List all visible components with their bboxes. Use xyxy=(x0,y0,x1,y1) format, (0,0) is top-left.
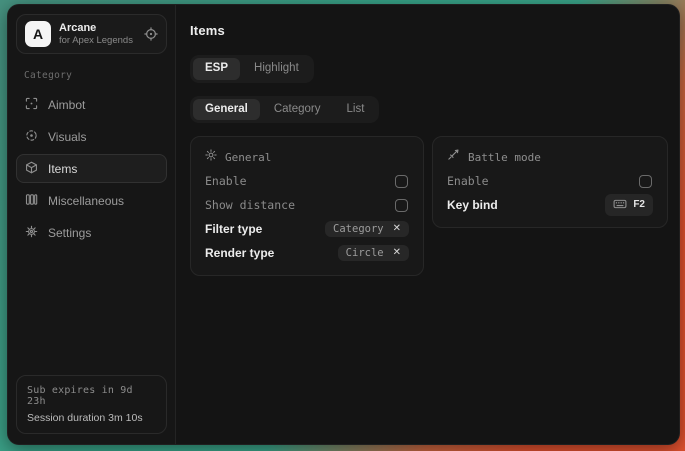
render-type-value: Circle xyxy=(346,248,384,259)
tab-esp[interactable]: ESP xyxy=(193,58,240,80)
category-section-label: Category xyxy=(24,70,167,81)
sidebar-item-label: Items xyxy=(48,163,77,175)
general-panel-header: General xyxy=(205,147,409,167)
sun-icon xyxy=(205,148,217,166)
setting-row-show-distance: Show distance xyxy=(205,193,409,217)
panel-title: Battle mode xyxy=(468,151,541,164)
setting-row-enable: Enable xyxy=(205,169,409,193)
page-title: Items xyxy=(190,23,668,38)
sidebar-item-visuals[interactable]: Visuals xyxy=(16,122,167,151)
subscription-card: Sub expires in 9d 23h Session duration 3… xyxy=(16,375,167,434)
clear-icon[interactable]: ✕ xyxy=(393,224,401,234)
session-duration-text: Session duration 3m 10s xyxy=(27,412,156,424)
panels-row: General Enable Show distance Filter type… xyxy=(190,136,668,276)
sidebar-nav: Aimbot Visuals Items xyxy=(16,90,167,247)
battle-mode-panel: Battle mode Enable Key bind xyxy=(432,136,668,228)
eye-focus-icon xyxy=(25,129,38,144)
brand-text: Arcane for Apex Legends xyxy=(59,23,136,46)
tab-highlight[interactable]: Highlight xyxy=(242,58,311,80)
setting-row-render-type: Render type Circle ✕ xyxy=(205,241,409,265)
setting-row-key-bind: Key bind F2 xyxy=(447,193,653,217)
battle-enable-checkbox[interactable] xyxy=(639,175,652,188)
sidebar-item-label: Aimbot xyxy=(48,99,85,111)
panel-title: General xyxy=(225,151,271,164)
sidebar-item-label: Miscellaneous xyxy=(48,195,124,207)
columns-icon xyxy=(25,193,38,208)
mode-tab-group: ESP Highlight xyxy=(190,55,314,83)
filter-type-value: Category xyxy=(333,224,384,235)
tab-general[interactable]: General xyxy=(193,99,260,121)
tab-list[interactable]: List xyxy=(335,99,377,121)
sword-icon xyxy=(447,148,460,166)
setting-label: Key bind xyxy=(447,198,498,212)
setting-row-battle-enable: Enable xyxy=(447,169,653,193)
battle-panel-header: Battle mode xyxy=(447,147,653,167)
crosshair-scan-icon xyxy=(25,97,38,112)
enable-checkbox[interactable] xyxy=(395,175,408,188)
key-bind-value: F2 xyxy=(633,200,645,210)
setting-label: Enable xyxy=(205,174,247,188)
package-icon xyxy=(25,161,38,176)
setting-label: Filter type xyxy=(205,222,262,236)
clear-icon[interactable]: ✕ xyxy=(393,248,401,258)
brand-card: A Arcane for Apex Legends xyxy=(16,14,167,54)
sidebar-item-settings[interactable]: Settings xyxy=(16,218,167,247)
view-tab-group: General Category List xyxy=(190,96,379,124)
keyboard-icon xyxy=(613,197,627,213)
render-type-select[interactable]: Circle ✕ xyxy=(338,245,409,262)
setting-row-filter-type: Filter type Category ✕ xyxy=(205,217,409,241)
sub-expires-text: Sub expires in 9d 23h xyxy=(27,385,156,407)
sidebar-item-items[interactable]: Items xyxy=(16,154,167,183)
brand-name: Arcane xyxy=(59,23,136,34)
setting-label: Render type xyxy=(205,246,274,260)
sidebar-item-miscellaneous[interactable]: Miscellaneous xyxy=(16,186,167,215)
brand-logo: A xyxy=(25,21,51,47)
tab-category[interactable]: Category xyxy=(262,99,333,121)
sidebar-item-aimbot[interactable]: Aimbot xyxy=(16,90,167,119)
sidebar-spacer xyxy=(16,247,167,375)
filter-type-select[interactable]: Category ✕ xyxy=(325,221,409,238)
show-distance-checkbox[interactable] xyxy=(395,199,408,212)
sidebar-item-label: Visuals xyxy=(48,131,86,143)
main-content: Items ESP Highlight General Category Lis… xyxy=(176,5,680,444)
setting-label: Enable xyxy=(447,174,489,188)
key-bind-button[interactable]: F2 xyxy=(605,194,653,216)
gear-icon xyxy=(25,225,38,240)
setting-label: Show distance xyxy=(205,198,295,212)
brand-subtitle: for Apex Legends xyxy=(59,36,136,46)
app-window: A Arcane for Apex Legends Category xyxy=(7,4,680,445)
sidebar-item-label: Settings xyxy=(48,227,91,239)
target-icon[interactable] xyxy=(144,27,158,41)
sidebar: A Arcane for Apex Legends Category xyxy=(8,5,176,444)
general-panel: General Enable Show distance Filter type… xyxy=(190,136,424,276)
